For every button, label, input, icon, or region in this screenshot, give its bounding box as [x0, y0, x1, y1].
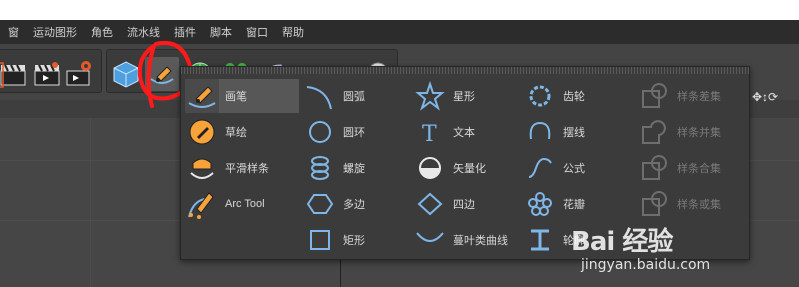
menu-item-label: Arc Tool: [225, 198, 265, 210]
menu-item-arc-tool[interactable]: Arc Tool: [185, 187, 265, 221]
arc-tool-icon: [188, 192, 214, 219]
menu-item-label: 草绘: [225, 127, 247, 139]
pen-icon: [150, 66, 174, 84]
cog-icon: [529, 85, 551, 107]
cube-icon: [113, 61, 139, 88]
svg-text:T: T: [422, 122, 437, 147]
menu-item-spline-subtract[interactable]: 样条差集: [637, 79, 721, 113]
menu-item-script[interactable]: 脚本: [210, 24, 232, 40]
menu-item-cycloid[interactable]: 摆线: [523, 115, 585, 149]
formula-icon: [528, 157, 552, 178]
clapper-gear-icon: [66, 61, 91, 86]
menu-item-label: 花瓣: [563, 199, 585, 211]
menu-item-pen[interactable]: 画笔: [185, 79, 299, 113]
menu-item-cog[interactable]: 齿轮: [523, 79, 585, 113]
menu-item-polygon[interactable]: 多边: [303, 187, 365, 221]
vectorizer-icon: [419, 157, 441, 179]
menu-item-label: 星形: [453, 91, 475, 103]
flower-icon: [528, 192, 552, 216]
menu-item-character[interactable]: 角色: [91, 24, 113, 40]
grid-line: [90, 100, 91, 287]
clapper-icon: [0, 62, 26, 88]
menu-item-plugins[interactable]: 插件: [174, 24, 196, 40]
menu-item-circle[interactable]: 圆环: [303, 115, 365, 149]
menu-item-arc[interactable]: 圆弧: [303, 79, 365, 113]
menu-item-formula[interactable]: 公式: [523, 151, 585, 185]
menu-item-star[interactable]: 星形: [413, 79, 475, 113]
menu-item-label: 蔓叶类曲线: [453, 235, 508, 247]
watermark-url: jingyan.baidu.com: [581, 257, 711, 273]
menu-item-label: 矢量化: [453, 163, 486, 175]
popup-drag-handle[interactable]: [181, 67, 749, 74]
menu-item-pipeline[interactable]: 流水线: [127, 24, 160, 40]
render-picture-viewer-button[interactable]: [33, 57, 67, 91]
menu-item-label: 样条差集: [677, 91, 721, 103]
menu-item-label: 样条并集: [677, 127, 721, 139]
menu-item-label: 圆弧: [343, 91, 365, 103]
menu-item-label: 多边: [343, 199, 365, 211]
menu-item-window[interactable]: 窗口: [246, 24, 268, 40]
menu-item-mograph[interactable]: 运动图形: [33, 24, 77, 40]
menu-item-four-side[interactable]: 四边: [413, 187, 475, 221]
menu-item-label: 齿轮: [563, 91, 585, 103]
pen-icon: [185, 79, 219, 113]
menu-item-spline-and[interactable]: 样条合集: [637, 151, 721, 185]
circle-icon: [309, 121, 331, 143]
star-icon: [415, 80, 445, 111]
spline-union-icon: [642, 120, 666, 144]
four-side-icon: [417, 192, 443, 216]
cube-button[interactable]: [109, 57, 143, 91]
cissoid-icon: [416, 232, 444, 242]
menu-item-label: 画笔: [225, 91, 247, 103]
spline-subtract-icon: [642, 83, 667, 108]
baidu-watermark: Bai 经验 jingyan.baidu.com: [541, 221, 791, 281]
viewport-nav-icons[interactable]: ✥↕⟳: [752, 90, 778, 104]
browser-top-strip: [0, 0, 799, 20]
menu-item-helix[interactable]: 螺旋: [303, 151, 365, 185]
cycloid-icon: [529, 121, 551, 140]
spline-and-icon: [642, 155, 667, 180]
menu-item-smooth-spline[interactable]: 平滑样条: [185, 151, 269, 185]
clapper-icon: [34, 62, 60, 86]
render-toolbar-group: [0, 49, 102, 93]
arc-icon: [306, 86, 332, 110]
render-view-button[interactable]: [0, 57, 33, 91]
menu-item-label: 矩形: [343, 235, 365, 247]
smooth-spline-icon: [190, 158, 214, 179]
polygon-icon: [306, 194, 334, 214]
spline-or-icon: [642, 191, 667, 216]
menu-item-label: 公式: [563, 163, 585, 175]
rectangle-icon: [310, 230, 330, 250]
sketch-icon: [189, 119, 215, 145]
menu-item-spline-or[interactable]: 样条或集: [637, 187, 721, 221]
menu-item-label: 样条合集: [677, 163, 721, 175]
menu-item-cissoid[interactable]: 蔓叶类曲线: [413, 223, 508, 257]
watermark-brand: Bai 经验: [571, 227, 673, 257]
menu-item-label: 平滑样条: [225, 163, 269, 175]
menu-item-spline-union[interactable]: 样条并集: [637, 115, 721, 149]
render-settings-button[interactable]: [65, 57, 99, 91]
menu-bar: 窗 运动图形 角色 流水线 插件 脚本 窗口 帮助: [0, 20, 799, 44]
menu-item-vectorizer[interactable]: 矢量化: [413, 151, 486, 185]
menu-item-label: 样条或集: [677, 199, 721, 211]
menu-item-label: 圆环: [343, 127, 365, 139]
menu-item-0[interactable]: 窗: [8, 24, 19, 40]
helix-icon: [311, 156, 329, 180]
menu-item-label: 摆线: [563, 127, 585, 139]
menu-item-label: 四边: [453, 199, 475, 211]
menu-item-flower[interactable]: 花瓣: [523, 187, 585, 221]
menu-item-sketch[interactable]: 草绘: [185, 115, 247, 149]
text-icon: T: [422, 122, 437, 147]
menu-item-help[interactable]: 帮助: [282, 24, 304, 40]
menu-item-label: 螺旋: [343, 163, 365, 175]
menu-item-text[interactable]: T 文本: [413, 115, 475, 149]
menu-item-rectangle[interactable]: 矩形: [303, 223, 365, 257]
menu-item-label: 文本: [453, 127, 475, 139]
pen-tool-button[interactable]: [145, 57, 179, 91]
